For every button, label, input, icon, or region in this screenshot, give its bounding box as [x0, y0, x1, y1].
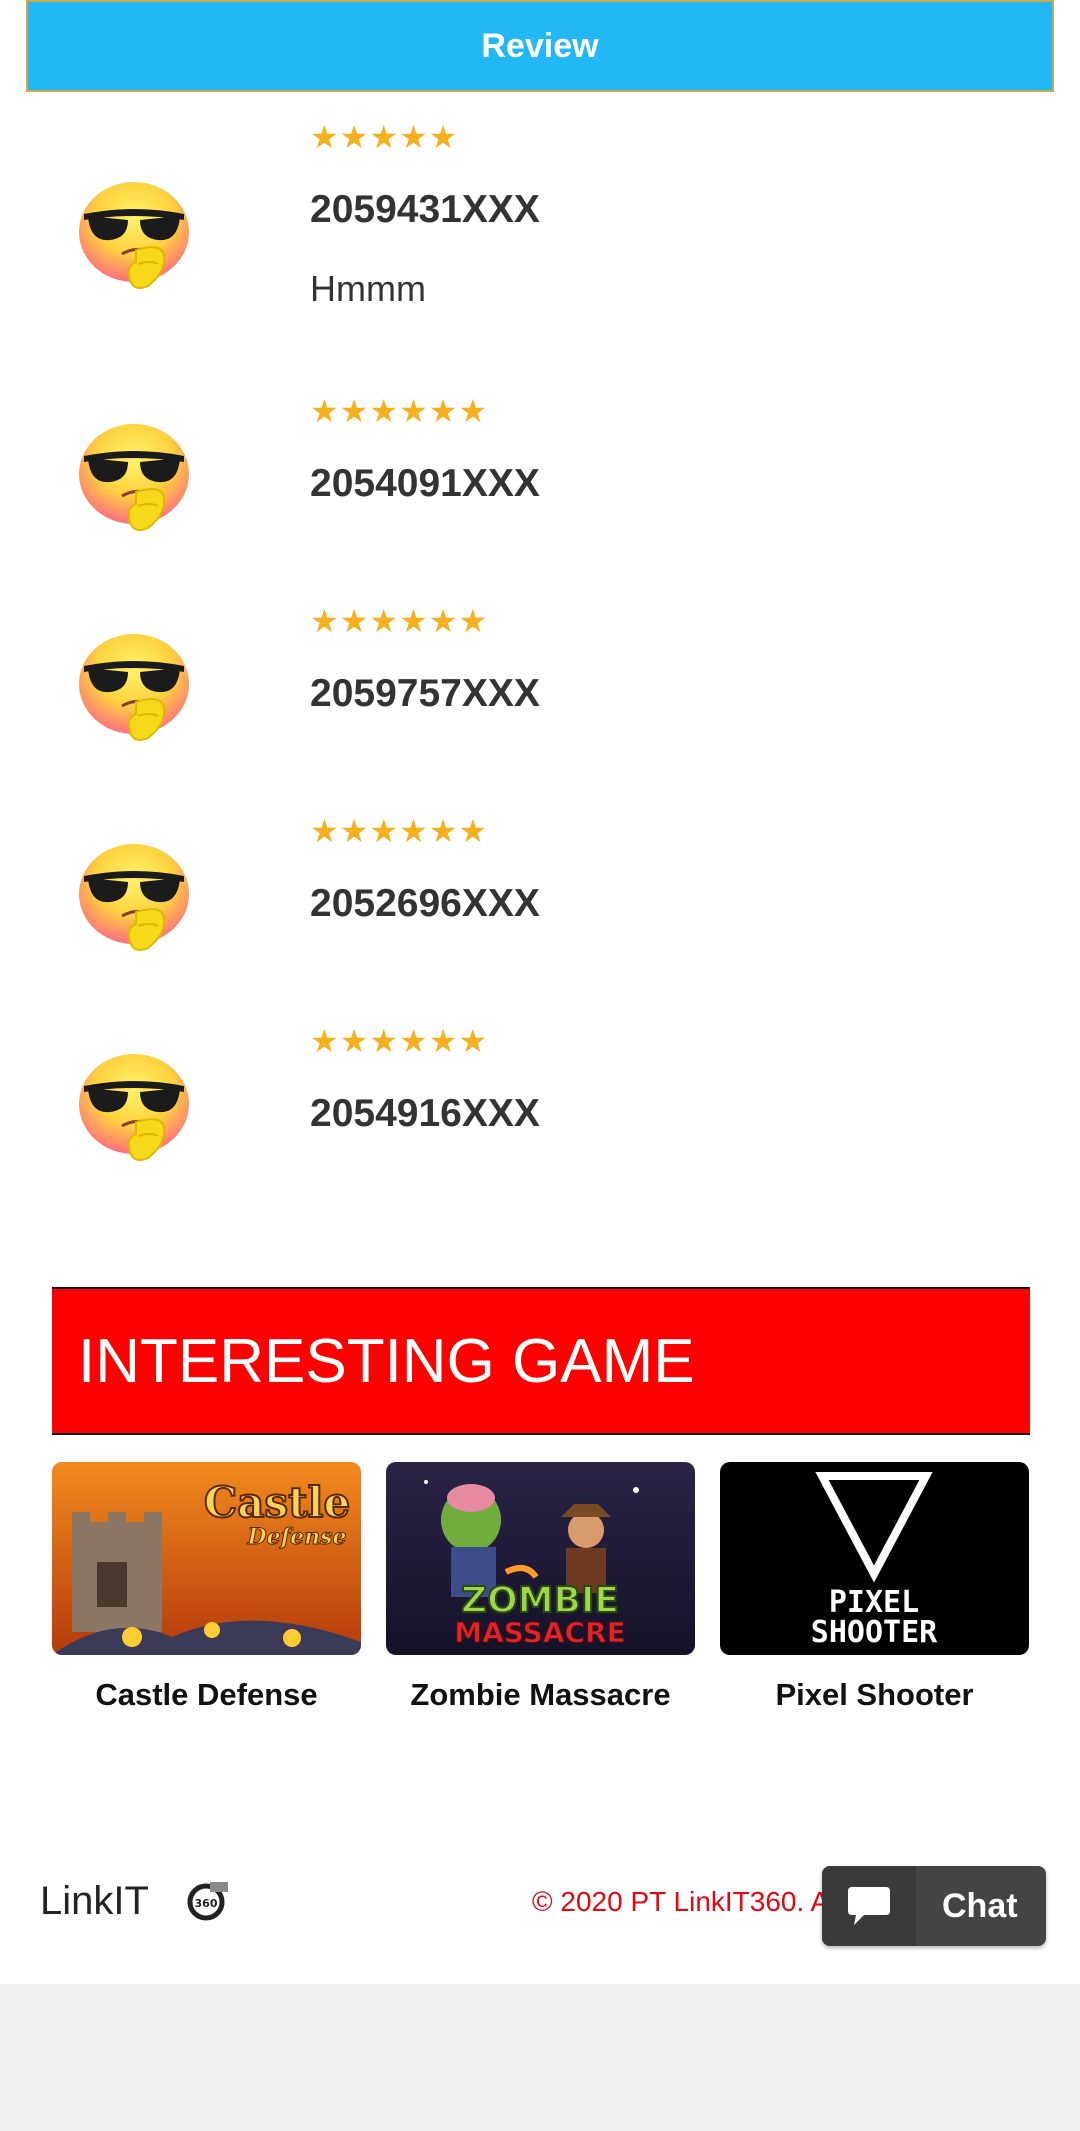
thumb-logo-text: Castle [204, 1478, 350, 1527]
page-bottom-area [0, 1984, 1080, 2131]
chat-icon-container [822, 1866, 916, 1946]
game-card-zombie-massacre[interactable]: ZOMBIE MASSACRE Zombie Massacre [386, 1462, 695, 1713]
game-thumbnail[interactable]: ZOMBIE MASSACRE [386, 1462, 695, 1655]
review-button[interactable]: Review [26, 0, 1054, 92]
star-rating: ★★★★★★ [310, 813, 489, 849]
game-title[interactable]: Pixel Shooter [720, 1677, 1029, 1713]
game-thumbnail[interactable]: Castle Defense [52, 1462, 361, 1655]
game-title[interactable]: Zombie Massacre [386, 1677, 695, 1713]
star-rating: ★★★★★★ [310, 603, 489, 639]
reviewer-id: 2052696XXX [310, 882, 540, 925]
thumb-logo-subtext: SHOOTER [811, 1615, 938, 1650]
linkit-logo: LinkIT 360 [40, 1879, 230, 1924]
review-comment: Hmmm [310, 268, 426, 309]
game-title[interactable]: Castle Defense [52, 1677, 361, 1713]
thumb-logo-subtext: Defense [247, 1524, 347, 1550]
reviewer-id: 2054916XXX [310, 1092, 540, 1135]
logo-badge: 360 [195, 1897, 218, 1910]
chat-bubble-icon [848, 1887, 890, 1925]
star-rating: ★★★★★★ [310, 1023, 489, 1059]
thinking-cool-emoji-icon [78, 422, 190, 534]
game-thumbnail[interactable]: PIXEL SHOOTER [720, 1462, 1029, 1655]
chat-label: Chat [942, 1886, 1018, 1925]
star-rating: ★★★★★★ [310, 393, 489, 429]
games-section-heading: INTERESTING GAME [52, 1287, 1030, 1435]
game-card-castle-defense[interactable]: Castle Defense Castle Defense [52, 1462, 361, 1713]
section-title: INTERESTING GAME [78, 1326, 695, 1396]
game-card-pixel-shooter[interactable]: PIXEL SHOOTER Pixel Shooter [720, 1462, 1029, 1713]
reviewer-id: 2059757XXX [310, 672, 540, 715]
chat-button[interactable]: Chat [822, 1866, 1046, 1946]
star-rating: ★★★★★ [310, 119, 459, 155]
review-label: Review [481, 26, 599, 65]
thinking-cool-emoji-icon [78, 632, 190, 744]
reviewer-id: 2059431XXX [310, 188, 540, 231]
logo-text: LinkIT [40, 1880, 149, 1923]
thumb-logo-text: ZOMBIE [461, 1580, 619, 1621]
thinking-cool-emoji-icon [78, 842, 190, 954]
thumb-logo-subtext: MASSACRE [454, 1616, 626, 1649]
thinking-cool-emoji-icon [78, 180, 190, 292]
thinking-cool-emoji-icon [78, 1052, 190, 1164]
reviewer-id: 2054091XXX [310, 462, 540, 505]
